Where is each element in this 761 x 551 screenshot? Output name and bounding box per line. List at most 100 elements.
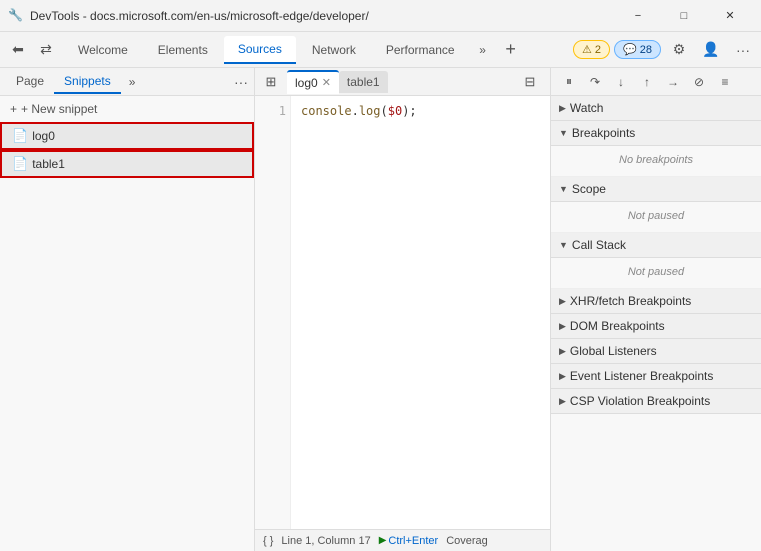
toolbar-right: ⚠ 2 💬 28 ⚙ 👤 ···	[573, 36, 757, 64]
editor-collapse-button[interactable]: ⊟	[518, 70, 542, 94]
tab-network[interactable]: Network	[298, 37, 370, 63]
close-button[interactable]: ✕	[707, 0, 753, 32]
global-arrow-icon	[559, 346, 566, 357]
code-arg: $0	[388, 104, 402, 118]
sidebar-menu-button[interactable]: ···	[234, 74, 248, 90]
line-numbers: 1	[255, 96, 291, 529]
csp-label: CSP Violation Breakpoints	[570, 394, 710, 408]
settings-button[interactable]: ⚙	[665, 36, 693, 64]
breakpoints-menu-button[interactable]: ≡	[713, 70, 737, 94]
code-method: log	[359, 104, 381, 118]
devtools-swap-button[interactable]: ⇄	[32, 36, 60, 64]
right-panel: ⏸ ↷ ↓ ↑ → ⊘ ≡ Watch Breakpoints No break…	[551, 68, 761, 551]
messages-badge[interactable]: 💬 28	[614, 40, 661, 59]
snippet-name-table1: table1	[32, 157, 65, 171]
window-controls: − □ ✕	[615, 0, 753, 32]
editor-content: 1 console.log($0);	[255, 96, 550, 529]
tab-snippets[interactable]: Snippets	[54, 70, 121, 94]
dom-section-header[interactable]: DOM Breakpoints	[551, 314, 761, 339]
breakpoints-empty-text: No breakpoints	[551, 150, 761, 172]
callstack-section-header[interactable]: Call Stack	[551, 233, 761, 258]
callstack-section-content: Not paused	[551, 258, 761, 289]
scope-section-content: Not paused	[551, 202, 761, 233]
callstack-label: Call Stack	[572, 238, 626, 252]
new-tab-button[interactable]: +	[497, 36, 525, 64]
editor-tab-table1-label: table1	[347, 75, 380, 89]
plus-icon: +	[10, 102, 17, 116]
watch-label: Watch	[570, 101, 604, 115]
code-oparen: (	[381, 104, 388, 118]
warn-count: 2	[595, 44, 601, 56]
line-number-1: 1	[259, 102, 286, 121]
scope-section-header[interactable]: Scope	[551, 177, 761, 202]
left-sidebar: Page Snippets » ··· + + New snippet 📄 lo…	[0, 68, 255, 551]
code-semi: ;	[409, 104, 416, 118]
tab-welcome[interactable]: Welcome	[64, 37, 142, 63]
run-icon: ▶	[379, 535, 387, 546]
watch-section-header[interactable]: Watch	[551, 96, 761, 121]
warnings-badge[interactable]: ⚠ 2	[573, 40, 610, 59]
coverage-label: Coverag	[446, 535, 488, 547]
breakpoints-label: Breakpoints	[572, 126, 635, 140]
main-toolbar: ⬅ ⇄ Welcome Elements Sources Network Per…	[0, 32, 761, 68]
info-icon: 💬	[623, 43, 637, 56]
sidebar-content: + + New snippet 📄 log0 📄 table1	[0, 96, 254, 551]
editor-panel-button[interactable]: ⊞	[259, 70, 283, 94]
tab-page[interactable]: Page	[6, 70, 54, 94]
favicon-icon: 🔧	[8, 8, 24, 24]
sidebar-tab-bar: Page Snippets » ···	[0, 68, 254, 96]
devtools-back-button[interactable]: ⬅	[4, 36, 32, 64]
run-snippet-button[interactable]: ▶ Ctrl+Enter	[379, 535, 439, 547]
snippet-table1[interactable]: 📄 table1	[0, 150, 254, 178]
code-dot: .	[352, 104, 359, 118]
breakpoints-arrow-icon	[559, 128, 568, 138]
step-into-button[interactable]: ↓	[609, 70, 633, 94]
dom-label: DOM Breakpoints	[570, 319, 665, 333]
editor-tab-log0-label: log0	[295, 76, 318, 90]
profile-button[interactable]: 👤	[697, 36, 725, 64]
breakpoints-section-header[interactable]: Breakpoints	[551, 121, 761, 146]
more-tabs-button[interactable]: »	[471, 38, 495, 62]
minimize-button[interactable]: −	[615, 0, 661, 32]
snippet-name-log0: log0	[32, 129, 55, 143]
xhr-label: XHR/fetch Breakpoints	[570, 294, 691, 308]
snippet-icon-2: 📄	[12, 156, 28, 172]
tab-performance[interactable]: Performance	[372, 37, 469, 63]
csp-section-header[interactable]: CSP Violation Breakpoints	[551, 389, 761, 414]
step-out-button[interactable]: ↑	[635, 70, 659, 94]
maximize-button[interactable]: □	[661, 0, 707, 32]
callstack-empty-text: Not paused	[551, 262, 761, 284]
close-tab-log0-icon[interactable]: ✕	[322, 76, 331, 89]
new-snippet-button[interactable]: + + New snippet	[0, 96, 254, 122]
info-count: 28	[640, 44, 652, 56]
event-arrow-icon	[559, 371, 566, 382]
xhr-arrow-icon	[559, 296, 566, 307]
editor-status-bar: { } Line 1, Column 17 ▶ Ctrl+Enter Cover…	[255, 529, 550, 551]
scope-arrow-icon	[559, 184, 568, 194]
status-bracket: { }	[263, 535, 273, 547]
main-tab-bar: Welcome Elements Sources Network Perform…	[64, 36, 525, 64]
global-listeners-section-header[interactable]: Global Listeners	[551, 339, 761, 364]
tab-elements[interactable]: Elements	[144, 37, 222, 63]
code-editor[interactable]: console.log($0);	[291, 96, 550, 529]
code-fn: console	[301, 104, 352, 118]
pause-button[interactable]: ⏸	[557, 70, 581, 94]
event-listener-section-header[interactable]: Event Listener Breakpoints	[551, 364, 761, 389]
editor-tab-table1[interactable]: table1	[339, 71, 388, 93]
snippet-log0[interactable]: 📄 log0	[0, 122, 254, 150]
step-over-button[interactable]: ↷	[583, 70, 607, 94]
new-snippet-label: + New snippet	[21, 102, 97, 116]
dom-arrow-icon	[559, 321, 566, 332]
step-button[interactable]: →	[661, 70, 685, 94]
editor-area: ⊞ log0 ✕ table1 ⊟ 1 console.log($0); { }…	[255, 68, 551, 551]
tab-sources[interactable]: Sources	[224, 36, 296, 64]
title-bar: 🔧 DevTools - docs.microsoft.com/en-us/mi…	[0, 0, 761, 32]
code-line-1: console.log($0);	[301, 102, 540, 121]
more-options-button[interactable]: ···	[729, 36, 757, 64]
deactivate-button[interactable]: ⊘	[687, 70, 711, 94]
xhr-section-header[interactable]: XHR/fetch Breakpoints	[551, 289, 761, 314]
editor-tab-log0[interactable]: log0 ✕	[287, 70, 339, 94]
sidebar-more-button[interactable]: »	[125, 73, 140, 91]
csp-arrow-icon	[559, 396, 566, 407]
scope-empty-text: Not paused	[551, 206, 761, 228]
